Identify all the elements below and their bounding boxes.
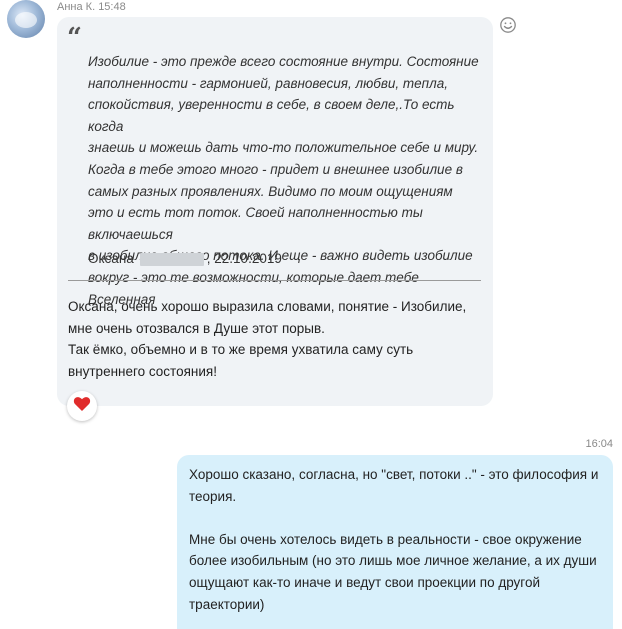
heart-reaction-badge[interactable] xyxy=(67,391,97,421)
message-line: Так ёмко, объемно и в то же время ухвати… xyxy=(68,342,414,358)
quote-attribution: Оксана , 22.10.2019 xyxy=(88,250,282,268)
redacted-surname xyxy=(139,252,204,266)
chat-conversation: Анна К. 15:48 “ Изобилие - это прежде вс… xyxy=(0,0,622,629)
quote-line: наполненности - гармонией, равновесия, л… xyxy=(88,75,448,91)
outgoing-message-bubble[interactable]: Хорошо сказано, согласна, но "свет, пото… xyxy=(177,455,613,629)
message-text: Хорошо сказано, согласна, но "свет, пото… xyxy=(189,464,599,615)
quoted-message: Изобилие - это прежде всего состояние вн… xyxy=(88,51,483,310)
message-line: Мне бы очень хотелось видеть в реальност… xyxy=(189,531,582,547)
sender-name[interactable]: Анна К. xyxy=(57,1,95,13)
quote-date: , 22.10.2019 xyxy=(206,251,282,266)
message-text: Оксана, очень хорошо выразила словами, п… xyxy=(68,296,488,382)
quote-line: самых разных проявлениях. Видимо по моим… xyxy=(88,183,453,199)
message-line: мне очень отозвался в Душе этот порыв. xyxy=(68,320,325,336)
sender-avatar[interactable] xyxy=(7,0,45,38)
message-paragraph: Хорошо сказано, согласна, но "свет, пото… xyxy=(189,464,599,507)
message-line: внутреннего состояния! xyxy=(68,363,217,379)
quote-line: это и есть тот поток. Своей наполненност… xyxy=(88,205,423,242)
heart-icon xyxy=(73,396,91,417)
message-meta: Анна К. 15:48 xyxy=(57,0,126,14)
quote-divider xyxy=(68,280,481,281)
message-line: теория. xyxy=(189,488,237,504)
add-reaction-icon[interactable] xyxy=(499,16,517,34)
quote-line: знаешь и можешь дать что-то положительно… xyxy=(88,140,479,156)
message-line: Хорошо сказано, согласна, но "свет, пото… xyxy=(189,467,599,482)
message-line: более изобильным (но это лишь мое личное… xyxy=(189,553,597,569)
message-line: траектории) xyxy=(189,596,265,612)
quote-author-name: Оксана xyxy=(88,251,134,266)
quote-icon: “ xyxy=(67,23,82,53)
message-line: ощущают как-то иначе и ведут свои проекц… xyxy=(189,574,540,590)
message-line: Оксана, очень хорошо выразила словами, п… xyxy=(68,299,467,314)
outgoing-message-time: 16:04 xyxy=(585,438,613,450)
quote-line: Изобилие - это прежде всего состояние вн… xyxy=(88,54,479,69)
incoming-message-bubble[interactable]: “ Изобилие - это прежде всего состояние … xyxy=(57,17,493,406)
quote-line: спокойствия, уверенности в себе, в своем… xyxy=(88,97,455,134)
message-time: 15:48 xyxy=(98,1,126,13)
message-paragraph: Мне бы очень хотелось видеть в реальност… xyxy=(189,529,599,615)
quote-line: Когда в тебе этого много - придет и внеш… xyxy=(88,161,463,177)
